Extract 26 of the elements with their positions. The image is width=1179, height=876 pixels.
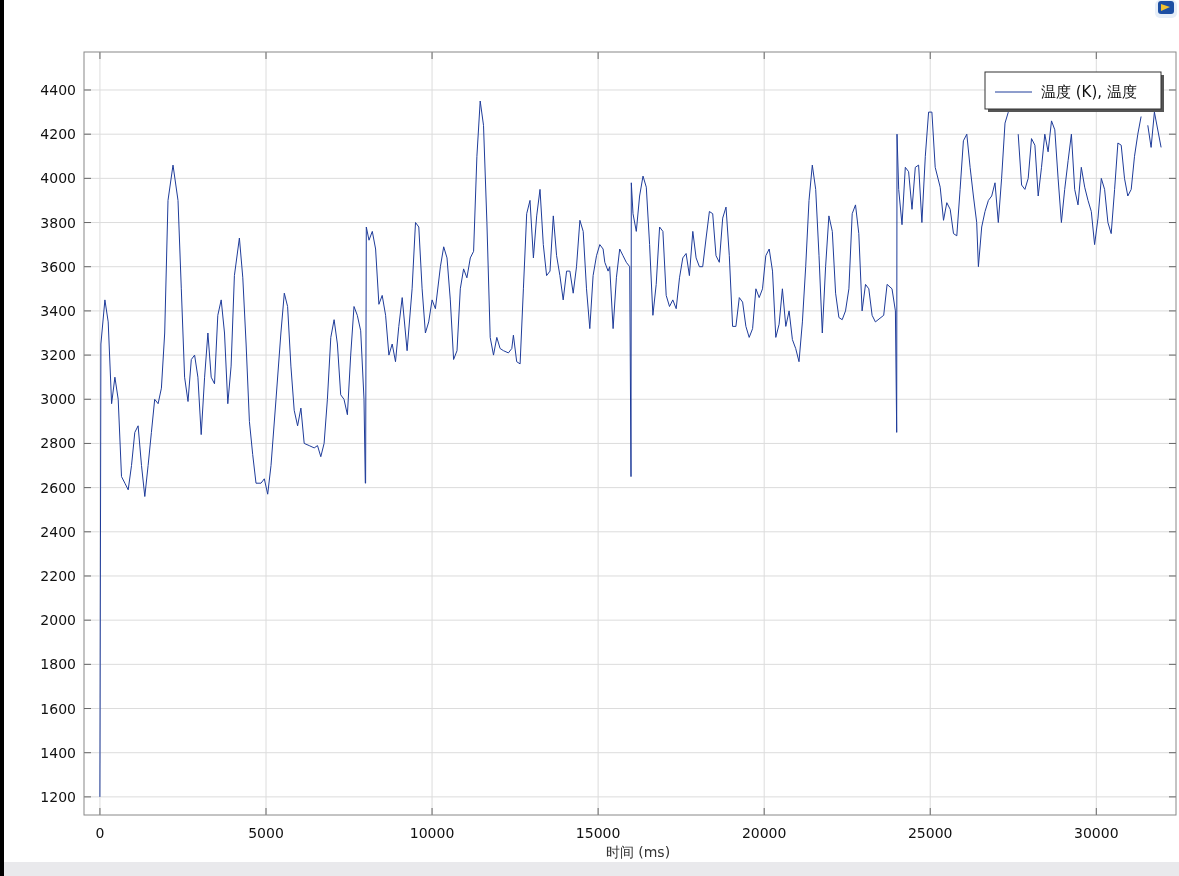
x-tick-label: 15000 <box>575 825 621 841</box>
y-tick-label: 4400 <box>40 82 76 98</box>
x-tick-label: 0 <box>95 825 105 841</box>
y-tick-label: 4200 <box>40 126 76 143</box>
x-tick-label: 30000 <box>1074 825 1119 841</box>
y-tick-label: 2000 <box>40 612 76 629</box>
x-tick-label: 10000 <box>409 825 455 841</box>
y-tick-label: 2600 <box>40 479 76 496</box>
x-tick-label: 5000 <box>248 825 284 841</box>
legend-label: 温度 (K), 温度 <box>1041 83 1137 101</box>
y-tick-label: 3200 <box>40 347 76 364</box>
y-tick-label: 1800 <box>40 656 76 673</box>
y-tick-label: 3000 <box>40 391 76 408</box>
y-tick-label: 1200 <box>40 788 76 805</box>
y-tick-label: 1400 <box>40 744 76 761</box>
y-tick-label: 1600 <box>40 700 76 717</box>
y-tick-label: 2800 <box>40 435 76 452</box>
y-tick-label: 3400 <box>40 302 76 319</box>
x-tick-label: 20000 <box>741 825 787 841</box>
y-tick-label: 2400 <box>40 523 76 540</box>
y-tick-label: 3600 <box>40 258 76 275</box>
y-tick-label: 2200 <box>40 568 76 584</box>
x-tick-label: 25000 <box>907 825 953 841</box>
x-axis-label: 时间 (ms) <box>605 844 671 860</box>
y-tick-label: 4000 <box>40 170 76 187</box>
y-tick-label: 3800 <box>40 214 76 231</box>
